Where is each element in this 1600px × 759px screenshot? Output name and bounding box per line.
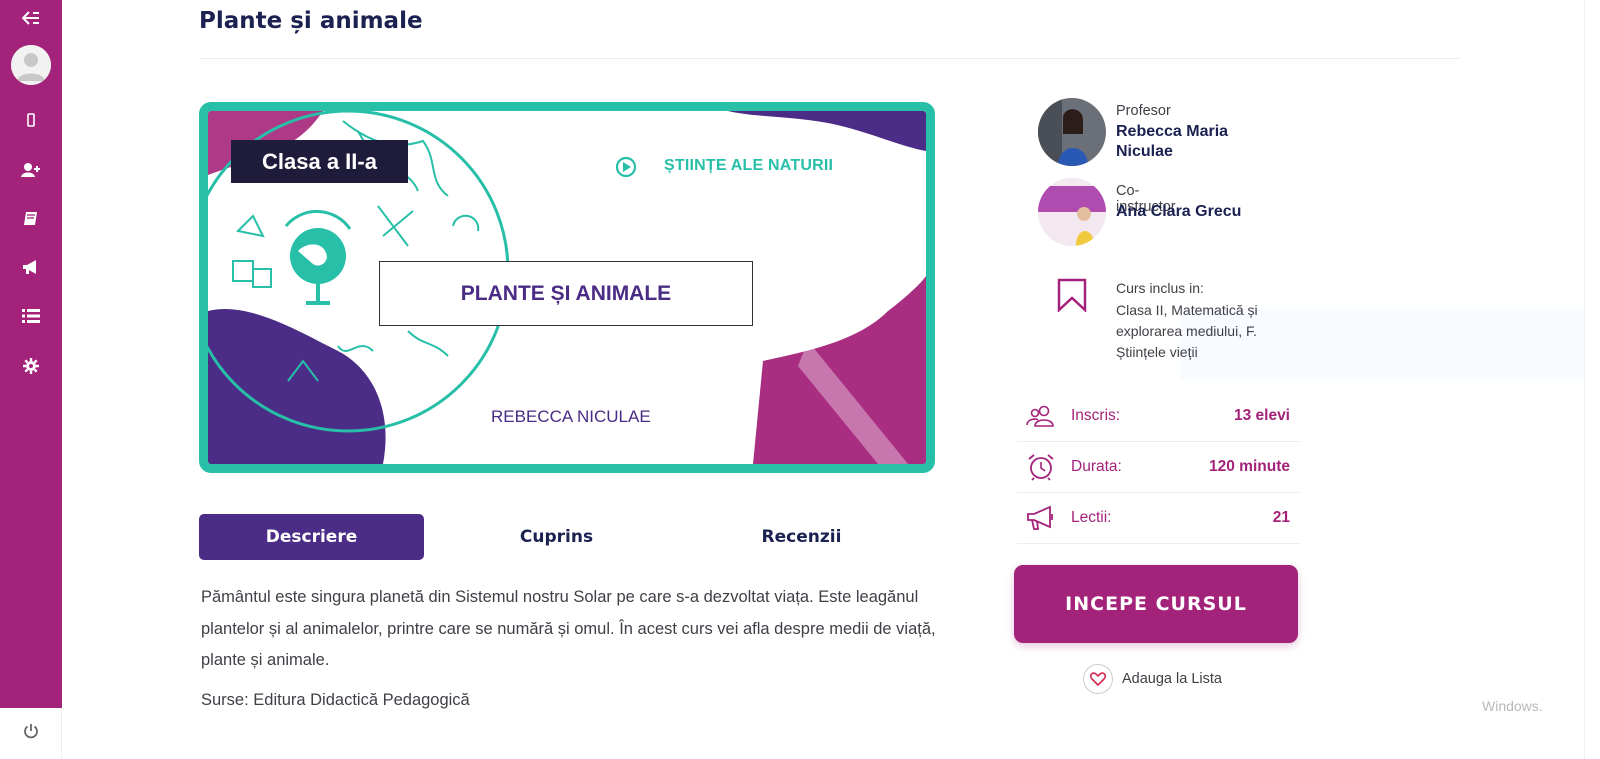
grade-tag: Clasa a II-a bbox=[231, 140, 408, 183]
power-icon[interactable] bbox=[23, 723, 39, 744]
tab-descriere[interactable]: Descriere bbox=[199, 514, 424, 560]
book-icon[interactable] bbox=[0, 209, 62, 229]
tab-recenzii[interactable]: Recenzii bbox=[689, 514, 914, 560]
alarm-clock-icon bbox=[1021, 453, 1061, 481]
stat-label: Inscris: bbox=[1071, 407, 1121, 424]
add-to-list-button[interactable]: Adauga la Lista bbox=[1083, 664, 1222, 694]
logout-area bbox=[0, 708, 62, 759]
window-edge bbox=[1584, 0, 1600, 759]
megaphone-icon bbox=[1021, 505, 1061, 531]
bookmark-icon bbox=[1057, 278, 1087, 317]
course-description: Pământul este singura planetă din Sistem… bbox=[201, 588, 936, 669]
stat-enrolled: Inscris: 13 elevi bbox=[1017, 391, 1300, 442]
course-sources: Surse: Editura Didactică Pedagogică bbox=[201, 691, 470, 709]
collapse-arrow-icon[interactable] bbox=[0, 8, 62, 28]
instructor-role: Profesor bbox=[1116, 103, 1171, 119]
stat-label: Durata: bbox=[1071, 458, 1122, 475]
stat-lessons: Lectii: 21 bbox=[1017, 493, 1300, 544]
banner-subject: ȘTIINȚE ALE NATURII bbox=[664, 157, 834, 174]
bundle-separator: , bbox=[1238, 323, 1246, 339]
megaphone-icon[interactable] bbox=[0, 257, 62, 277]
stat-label: Lectii: bbox=[1071, 509, 1112, 526]
coinstructor-avatar bbox=[1038, 178, 1106, 246]
coinstructor-name[interactable]: Ana Clara Grecu bbox=[1116, 202, 1286, 222]
stat-value: 120 minute bbox=[1209, 458, 1290, 475]
page-title: Plante și animale bbox=[199, 8, 423, 34]
list-icon[interactable] bbox=[0, 306, 62, 326]
banner-course-title: PLANTE ȘI ANIMALE bbox=[379, 261, 753, 326]
bundle-links: Clasa II, Matematică și explorarea mediu… bbox=[1116, 300, 1296, 363]
os-watermark: Windows. bbox=[1482, 698, 1543, 714]
gear-icon[interactable] bbox=[0, 356, 62, 376]
stat-value: 21 bbox=[1272, 509, 1290, 526]
sidebar bbox=[0, 0, 62, 708]
mobile-icon[interactable] bbox=[0, 110, 62, 130]
instructor-name[interactable]: Rebecca Maria Niculae bbox=[1116, 122, 1286, 162]
user-avatar[interactable] bbox=[11, 45, 51, 85]
users-icon bbox=[1021, 405, 1061, 427]
bundle-label: Curs inclus in: bbox=[1116, 280, 1204, 296]
course-banner: Clasa a II-a ȘTIINȚE ALE NATURII PLANTE … bbox=[199, 102, 935, 473]
heart-icon[interactable] bbox=[1083, 664, 1113, 694]
title-divider bbox=[199, 58, 1461, 59]
add-to-list-label[interactable]: Adauga la Lista bbox=[1122, 671, 1222, 687]
tab-cuprins[interactable]: Cuprins bbox=[444, 514, 669, 560]
start-course-button[interactable]: INCEPE CURSUL bbox=[1014, 565, 1298, 643]
add-user-icon[interactable] bbox=[0, 160, 62, 180]
bundle-link[interactable]: Clasa II bbox=[1116, 302, 1163, 318]
instructor-avatar bbox=[1038, 98, 1106, 166]
banner-author: REBECCA NICULAE bbox=[491, 407, 651, 426]
stat-value: 13 elevi bbox=[1233, 407, 1290, 424]
stat-duration: Durata: 120 minute bbox=[1017, 442, 1300, 493]
